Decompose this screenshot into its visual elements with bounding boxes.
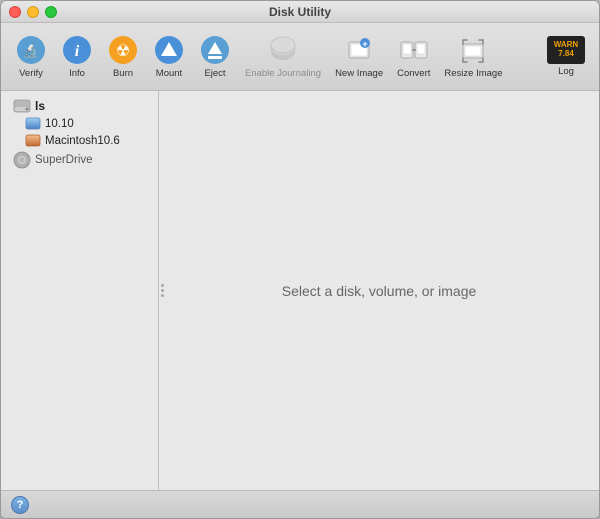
info-label: Info [69,68,85,79]
log-label: Log [558,66,574,77]
resize-handle[interactable] [159,281,165,301]
resize-dot-3 [161,294,164,297]
window-title: Disk Utility [269,5,331,19]
detail-placeholder: Select a disk, volume, or image [282,283,477,299]
toolbar: 🔬 Verify i Info ☢ Burn [1,23,599,91]
close-button[interactable] [9,6,21,18]
sidebar: ls 10.10 [1,91,159,490]
convert-icon [398,34,430,66]
mount-icon [153,34,185,66]
help-button[interactable]: ? [11,496,29,514]
burn-button[interactable]: ☢ Burn [101,30,145,83]
new-image-label: New Image [335,68,383,79]
burn-label: Burn [113,68,133,79]
eject-icon [199,34,231,66]
help-icon: ? [17,499,24,511]
volume-icon [25,117,41,130]
mount-button[interactable]: Mount [147,30,191,83]
new-image-icon: + [343,34,375,66]
resize-image-label: Resize Image [444,68,502,79]
sidebar-item-superdrive[interactable]: SuperDrive [5,149,154,171]
minimize-button[interactable] [27,6,39,18]
verify-label: Verify [19,68,43,79]
traffic-lights [9,6,57,18]
log-button[interactable]: WARN 7.84 Log [541,36,591,77]
convert-button[interactable]: Convert [391,30,436,83]
macintosh-volume-icon [25,134,41,147]
disk-icon [13,99,31,113]
maximize-button[interactable] [45,6,57,18]
main-content: ls 10.10 [1,91,599,490]
verify-icon: 🔬 [15,34,47,66]
info-button[interactable]: i Info [55,30,99,83]
sidebar-item-disk-ls[interactable]: ls [5,97,154,115]
journaling-icon [267,34,299,66]
convert-label: Convert [397,68,430,79]
sidebar-disk-ls-label: ls [35,99,45,113]
resize-dot-2 [161,289,164,292]
sidebar-volume-10-10-label: 10.10 [45,118,74,130]
sidebar-item-volume-macintosh[interactable]: Macintosh10.6 [5,132,154,149]
superdrive-icon [13,151,31,169]
svg-text:☢: ☢ [116,43,130,60]
sidebar-volume-macintosh-label: Macintosh10.6 [45,135,120,147]
burn-icon: ☢ [107,34,139,66]
resize-image-icon [457,34,489,66]
statusbar: ? [1,490,599,518]
eject-button[interactable]: Eject [193,30,237,83]
eject-label: Eject [204,68,225,79]
disk-utility-window: Disk Utility 🔬 Verify i Info [0,0,600,519]
log-icon-text: WARN 7.84 [554,41,578,59]
sidebar-item-volume-10-10[interactable]: 10.10 [5,115,154,132]
titlebar: Disk Utility [1,1,599,23]
svg-text:i: i [75,43,80,60]
svg-text:🔬: 🔬 [22,41,39,59]
enable-journaling-button[interactable]: Enable Journaling [239,30,327,83]
resize-dot-1 [161,284,164,287]
info-icon: i [61,34,93,66]
sidebar-superdrive-label: SuperDrive [35,154,93,166]
log-icon: WARN 7.84 [547,36,585,64]
mount-label: Mount [156,68,182,79]
new-image-button[interactable]: + New Image [329,30,389,83]
journaling-label: Enable Journaling [245,68,321,79]
verify-button[interactable]: 🔬 Verify [9,30,53,83]
svg-text:+: + [362,39,367,49]
detail-area: Select a disk, volume, or image [159,91,599,490]
resize-image-button[interactable]: Resize Image [438,30,508,83]
